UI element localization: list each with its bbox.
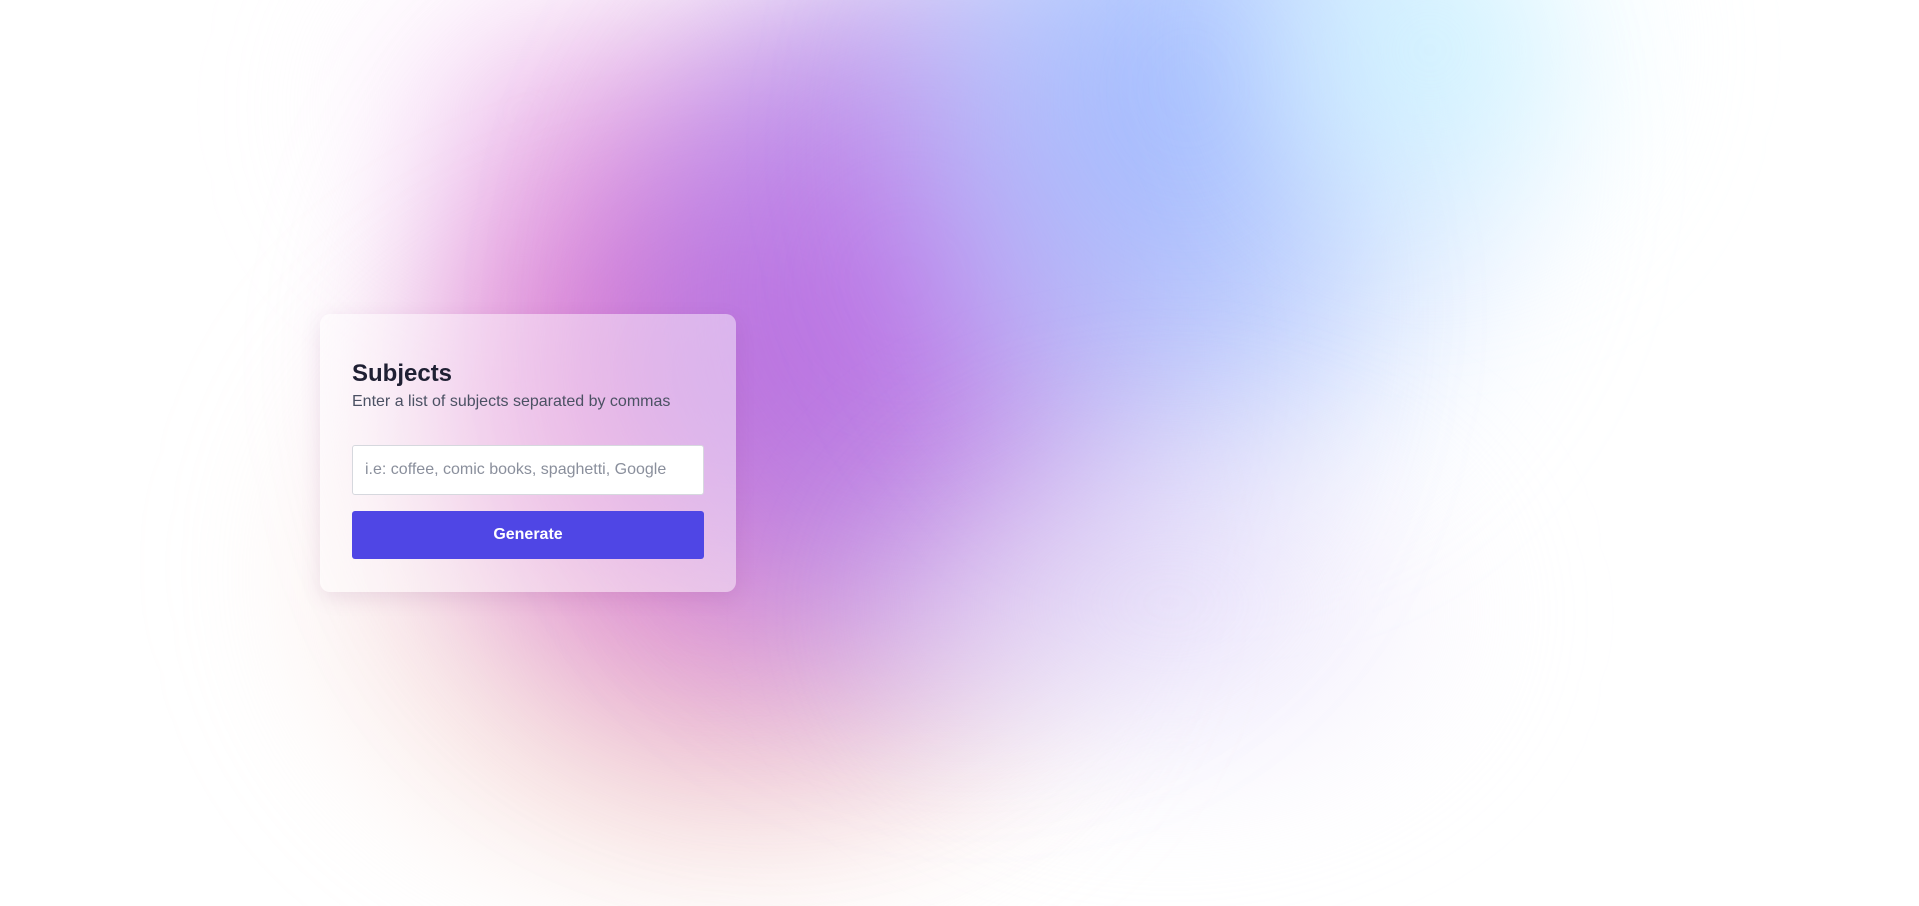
page: Subjects Enter a list of subjects separa…	[0, 0, 1919, 906]
card-subtitle: Enter a list of subjects separated by co…	[352, 393, 671, 410]
subjects-input[interactable]	[352, 445, 704, 495]
subjects-card: Subjects Enter a list of subjects separa…	[320, 314, 736, 592]
card-title: Subjects	[352, 360, 453, 387]
background-blob-lavender	[860, 430, 1480, 810]
generate-button[interactable]: Generate	[352, 511, 704, 559]
